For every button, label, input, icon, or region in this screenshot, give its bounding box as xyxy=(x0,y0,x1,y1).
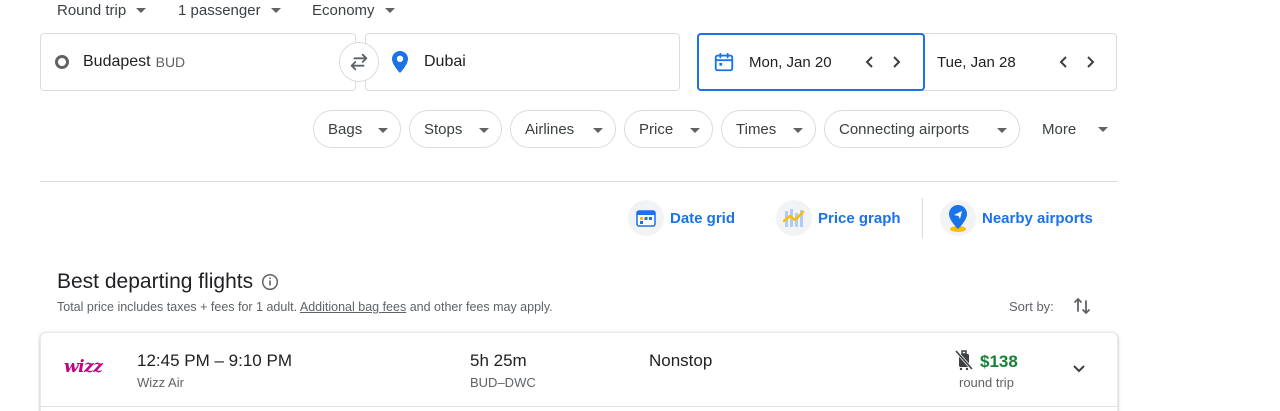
page-title: Best departing flights xyxy=(57,270,254,293)
flight-price: $138 xyxy=(980,352,1018,371)
return-date-field[interactable]: Tue, Jan 28 xyxy=(937,33,1117,91)
filter-label: Connecting airports xyxy=(839,120,970,138)
filter-airlines[interactable]: Airlines xyxy=(510,110,616,148)
caret-down-icon xyxy=(793,128,803,133)
flight-result-card[interactable] xyxy=(40,332,1118,411)
filter-price[interactable]: Price xyxy=(624,110,713,148)
destination-city: Dubai xyxy=(424,53,466,70)
flight-stops: Nonstop xyxy=(649,351,713,370)
expand-chevron-icon[interactable] xyxy=(1068,358,1090,380)
nearby-airports-label: Nearby airports xyxy=(982,209,1093,227)
nearby-airports-icon xyxy=(940,200,976,236)
chevron-right-icon[interactable] xyxy=(883,55,909,69)
disclaimer-prefix: Total price includes taxes + fees for 1 … xyxy=(57,300,298,314)
origin-circle-icon xyxy=(55,55,69,69)
chevron-right-icon[interactable] xyxy=(1077,55,1103,69)
date-grid-button[interactable]: Date grid xyxy=(628,198,735,238)
filter-more[interactable]: More xyxy=(1042,110,1108,148)
caret-down-icon xyxy=(593,128,603,133)
price-graph-button[interactable]: Price graph xyxy=(776,198,901,238)
filter-label: Price xyxy=(639,120,674,138)
filter-label: Times xyxy=(736,120,777,138)
flight-duration: 5h 25m xyxy=(470,351,527,370)
filter-times[interactable]: Times xyxy=(721,110,816,148)
price-note: round trip xyxy=(959,375,1014,390)
filter-label: Stops xyxy=(424,120,463,138)
filter-label: Bags xyxy=(328,120,363,138)
info-icon[interactable] xyxy=(261,273,279,291)
caret-down-icon xyxy=(1098,127,1108,132)
depart-date: Mon, Jan 20 xyxy=(749,53,832,71)
view-options-separator xyxy=(922,198,923,238)
caret-down-icon xyxy=(136,7,147,13)
card-divider xyxy=(40,406,1118,407)
nearby-airports-button[interactable]: Nearby airports xyxy=(940,198,1093,238)
filter-stops[interactable]: Stops xyxy=(409,110,502,148)
passenger-label: 1 passenger xyxy=(178,1,261,19)
caret-down-icon xyxy=(479,128,489,133)
origin-city: Budapest xyxy=(83,53,151,70)
chevron-left-icon[interactable] xyxy=(857,55,883,69)
sort-label: Sort by: xyxy=(1009,299,1054,314)
calendar-icon xyxy=(713,51,735,73)
wizz-air-logo: wizz xyxy=(64,357,103,377)
filter-bags[interactable]: Bags xyxy=(313,110,401,148)
date-grid-label: Date grid xyxy=(670,209,736,227)
flight-times: 12:45 PM – 9:10 PM xyxy=(137,351,292,370)
caret-down-icon xyxy=(378,128,388,133)
flight-route: BUD–DWC xyxy=(470,375,536,390)
caret-down-icon xyxy=(384,7,395,13)
price-graph-label: Price graph xyxy=(818,209,901,227)
date-grid-icon xyxy=(628,200,664,236)
trip-type-select[interactable]: Round trip xyxy=(57,0,147,20)
cabin-label: Economy xyxy=(312,1,375,19)
filter-connecting-airports[interactable]: Connecting airports xyxy=(824,110,1020,148)
section-divider xyxy=(40,181,1118,182)
results-heading: Best departing flights xyxy=(57,270,279,294)
disclaimer-suffix: and other fees may apply. xyxy=(409,300,553,314)
caret-down-icon xyxy=(997,128,1007,133)
origin-code: BUD xyxy=(155,54,186,70)
location-pin-icon xyxy=(390,50,410,74)
bag-fees-link[interactable]: Additional bag fees xyxy=(300,300,406,314)
price-graph-icon xyxy=(776,200,812,236)
cabin-select[interactable]: Economy xyxy=(312,0,395,20)
passenger-select[interactable]: 1 passenger xyxy=(178,0,281,20)
airline-name: Wizz Air xyxy=(137,375,184,390)
destination-input[interactable]: Dubai xyxy=(365,33,680,91)
chevron-left-icon[interactable] xyxy=(1051,55,1077,69)
caret-down-icon xyxy=(690,128,700,133)
filter-label: More xyxy=(1042,120,1077,138)
caret-down-icon xyxy=(270,7,281,13)
trip-type-label: Round trip xyxy=(57,1,127,19)
swap-icon xyxy=(350,53,368,71)
filter-label: Airlines xyxy=(525,120,575,138)
return-date: Tue, Jan 28 xyxy=(937,53,1016,71)
origin-input[interactable]: Budapest BUD xyxy=(40,33,356,91)
swap-button[interactable] xyxy=(339,42,379,82)
sort-icon[interactable] xyxy=(1072,296,1092,316)
depart-date-field[interactable]: Mon, Jan 20 xyxy=(697,33,925,91)
no-carry-on-bag-icon xyxy=(954,349,974,371)
price-disclaimer: Total price includes taxes + fees for 1 … xyxy=(57,300,553,314)
